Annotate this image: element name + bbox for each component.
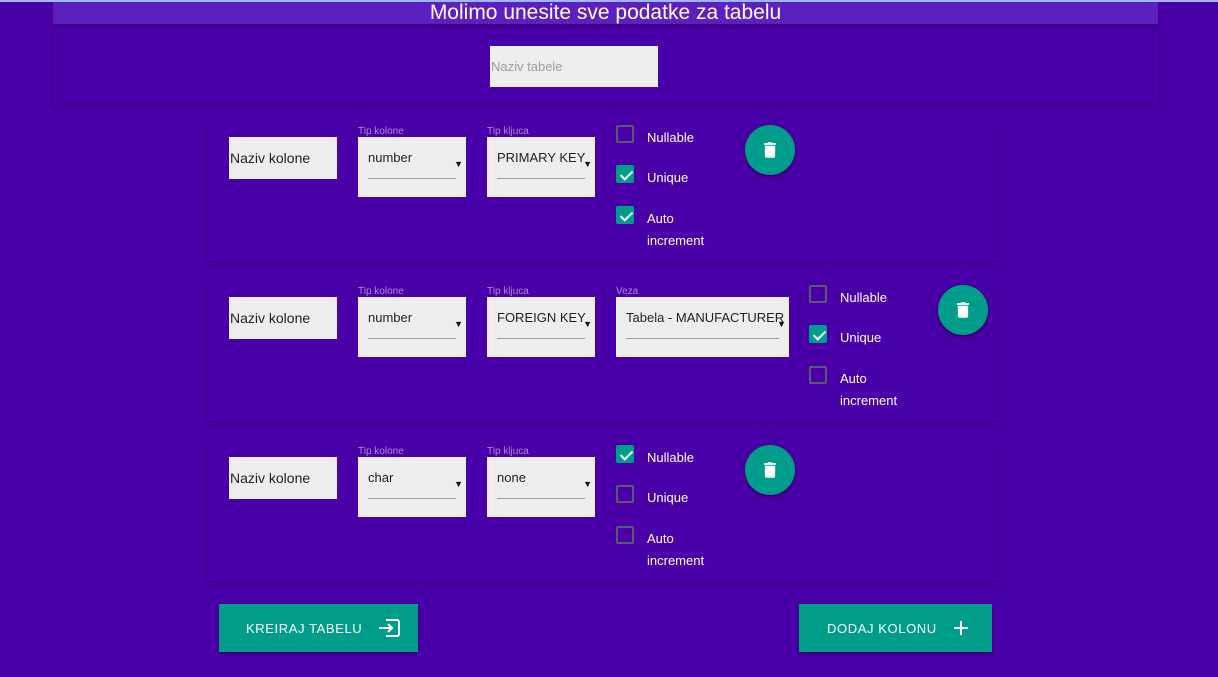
key-type-select[interactable]: Tip kljuca none ▼	[487, 446, 595, 517]
key-type-label: Tip kljuca	[487, 446, 529, 457]
auto-increment-checkbox[interactable]	[616, 526, 634, 544]
add-column-label: DODAJ KOLONU	[827, 620, 937, 636]
nullable-checkbox[interactable]	[616, 125, 634, 143]
key-type-select[interactable]: Tip kljuca FOREIGN KEY ▼	[487, 286, 595, 357]
column-name-input[interactable]	[229, 137, 337, 179]
dropdown-arrow-icon: ▼	[454, 479, 463, 489]
dropdown-arrow-icon: ▼	[583, 159, 592, 169]
table-name-card	[53, 30, 1158, 105]
column-type-value: number	[368, 150, 413, 165]
column-card-2: Tip kolone number ▼ Tip kljuca FOREIGN K…	[207, 285, 1001, 421]
unique-checkbox[interactable]	[809, 325, 827, 343]
column-type-select[interactable]: Tip kolone char ▼	[358, 446, 466, 517]
column-name-input[interactable]	[229, 457, 337, 499]
trash-icon	[957, 302, 969, 318]
select-underline	[368, 498, 456, 499]
select-underline	[497, 498, 585, 499]
nullable-checkbox[interactable]	[809, 285, 827, 303]
delete-column-button[interactable]	[745, 445, 795, 495]
column-type-label: Tip kolone	[358, 126, 404, 137]
select-underline	[368, 338, 456, 339]
key-type-label: Tip kljuca	[487, 286, 529, 297]
unique-label: Unique	[647, 490, 689, 505]
relation-label: Veza	[616, 286, 639, 297]
unique-label: Unique	[647, 170, 689, 185]
delete-column-button[interactable]	[938, 285, 988, 335]
column-card-1: Tip kolone number ▼ Tip kljuca PRIMARY K…	[207, 125, 1001, 261]
nullable-label: Nullable	[647, 450, 694, 465]
trash-icon	[764, 462, 776, 478]
create-table-label: KREIRAJ TABELU	[246, 620, 363, 636]
select-underline	[497, 178, 585, 179]
column-card-3: Tip kolone char ▼ Tip kljuca none ▼ Null…	[207, 445, 1001, 581]
column-type-select[interactable]: Tip kolone number ▼	[358, 126, 466, 197]
auto-increment-label: Auto increment	[647, 531, 705, 568]
column-type-label: Tip kolone	[358, 446, 404, 457]
page-title: Molimo unesite sve podatke za tabelu	[53, 2, 1158, 24]
column-type-label: Tip kolone	[358, 286, 404, 297]
column-type-value: number	[368, 310, 413, 325]
auto-increment-label: Auto increment	[840, 371, 898, 408]
relation-select[interactable]: Veza Tabela - MANUFACTURER ▼	[616, 286, 789, 357]
relation-value: Tabela - MANUFACTURER	[626, 310, 785, 325]
select-underline	[497, 338, 585, 339]
dropdown-arrow-icon: ▼	[583, 479, 592, 489]
select-underline	[626, 338, 779, 339]
dropdown-arrow-icon: ▼	[583, 319, 592, 329]
column-type-select[interactable]: Tip kolone number ▼	[358, 286, 466, 357]
auto-increment-label: Auto increment	[647, 211, 705, 248]
add-column-button[interactable]: DODAJ KOLONU	[799, 604, 992, 652]
nullable-label: Nullable	[840, 290, 887, 305]
auto-increment-checkbox[interactable]	[809, 366, 827, 384]
key-type-value: none	[497, 470, 526, 485]
table-name-input[interactable]	[490, 46, 658, 87]
unique-label: Unique	[840, 330, 882, 345]
dropdown-arrow-icon: ▼	[454, 319, 463, 329]
delete-column-button[interactable]	[745, 125, 795, 175]
select-underline	[368, 178, 456, 179]
key-type-select[interactable]: Tip kljuca PRIMARY KEY ▼	[487, 126, 595, 197]
auto-increment-checkbox[interactable]	[616, 206, 634, 224]
create-table-button[interactable]: KREIRAJ TABELU	[219, 604, 418, 652]
key-type-value: PRIMARY KEY	[497, 150, 586, 165]
column-type-value: char	[368, 470, 394, 485]
exit-to-app-icon	[378, 619, 401, 637]
plus-icon	[953, 620, 969, 636]
key-type-label: Tip kljuca	[487, 126, 529, 137]
key-type-value: FOREIGN KEY	[497, 310, 586, 325]
dropdown-arrow-icon: ▼	[777, 319, 786, 329]
unique-checkbox[interactable]	[616, 165, 634, 183]
trash-icon	[764, 142, 776, 158]
dropdown-arrow-icon: ▼	[454, 159, 463, 169]
unique-checkbox[interactable]	[616, 485, 634, 503]
column-name-input[interactable]	[229, 297, 337, 339]
nullable-checkbox[interactable]	[616, 445, 634, 463]
nullable-label: Nullable	[647, 130, 694, 145]
